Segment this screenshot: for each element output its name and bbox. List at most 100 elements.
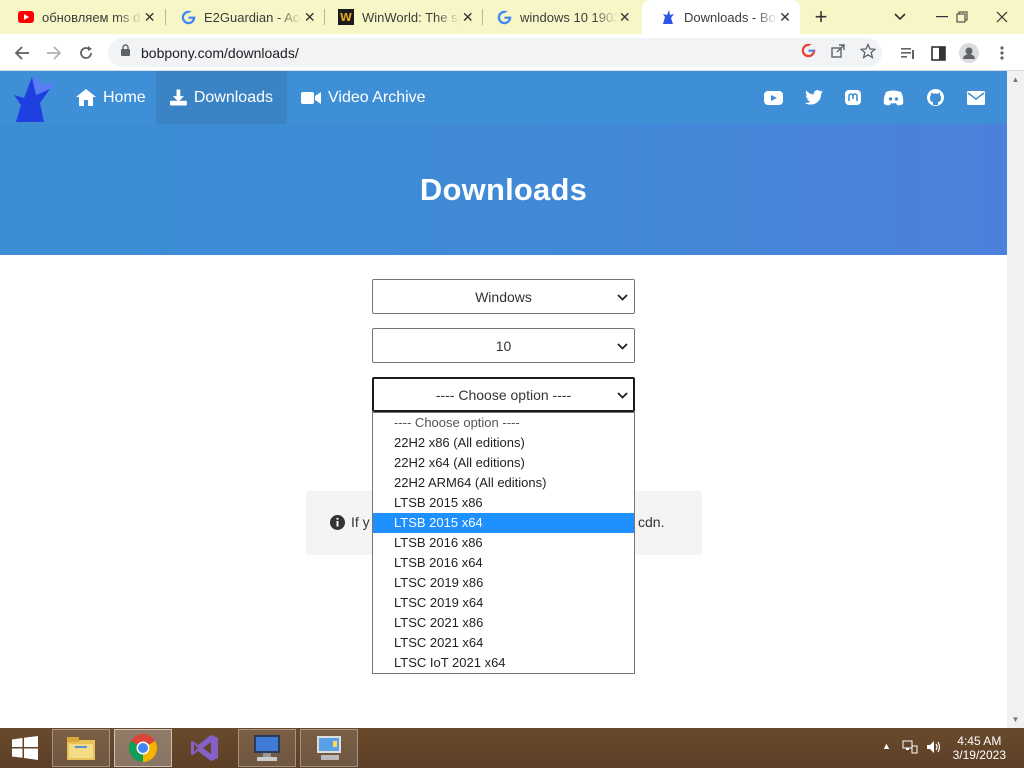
close-tab-icon[interactable]: ✕ [618, 9, 632, 26]
file-explorer-icon[interactable] [52, 729, 110, 767]
taskbar-clock[interactable]: 4:45 AM 3/19/2023 [953, 734, 1006, 762]
tab-strip: обновляем ms d ✕ E2Guardian - Acc ✕ W Wi… [0, 0, 1024, 34]
restore-button[interactable] [942, 0, 982, 34]
info-text-right: cdn. [638, 514, 665, 530]
option-select-value: ---- Choose option ---- [435, 386, 572, 403]
share-icon[interactable] [830, 43, 846, 63]
browser-tab[interactable]: обновляем ms d ✕ [0, 0, 165, 34]
scroll-down-arrow-icon[interactable]: ▼ [1007, 711, 1024, 728]
show-hidden-icons-icon[interactable]: ▲ [882, 741, 891, 751]
site-navbar: Home Downloads Video Archive [0, 71, 1007, 124]
os-select[interactable]: Windows [372, 279, 635, 314]
profile-avatar[interactable] [955, 39, 983, 67]
visual-studio-icon[interactable] [176, 729, 234, 767]
side-panel-icon[interactable] [924, 39, 952, 67]
version-select-value: 10 [495, 337, 512, 354]
page-title: Downloads [419, 171, 588, 207]
dropdown-option[interactable]: LTSC 2021 x64 [373, 633, 634, 653]
dropdown-option[interactable]: LTSC 2019 x86 [373, 573, 634, 593]
option-select[interactable]: ---- Choose option ---- [372, 377, 635, 412]
site-logo[interactable] [10, 73, 62, 123]
browser-tab-active[interactable]: Downloads - Bob ✕ [642, 0, 800, 34]
youtube-icon[interactable] [758, 71, 788, 124]
start-button[interactable] [0, 729, 50, 767]
dropdown-option[interactable]: LTSC 2019 x64 [373, 593, 634, 613]
nav-video-archive-label: Video Archive [328, 88, 426, 106]
dropdown-option[interactable]: ---- Choose option ---- [373, 413, 634, 433]
tab-title: windows 10 1903 [520, 9, 618, 25]
tab-title: Downloads - Bob [684, 9, 779, 25]
dropdown-option[interactable]: 22H2 x86 (All editions) [373, 433, 634, 453]
tab-search-chevron-icon[interactable] [880, 0, 920, 34]
clock-date: 3/19/2023 [952, 748, 1006, 762]
option-dropdown-list[interactable]: ---- Choose option ---- 22H2 x86 (All edi… [372, 412, 635, 674]
browser-toolbar: bobpony.com/downloads/ [0, 34, 1024, 71]
nav-downloads-label: Downloads [193, 88, 273, 106]
address-bar[interactable]: bobpony.com/downloads/ [108, 38, 882, 67]
url-text[interactable]: bobpony.com/downloads/ [141, 45, 299, 61]
close-tab-icon[interactable]: ✕ [302, 9, 317, 26]
google-icon [180, 9, 196, 25]
close-tab-icon[interactable]: ✕ [142, 9, 157, 26]
close-tab-icon[interactable]: ✕ [460, 9, 475, 26]
reading-list-icon[interactable] [894, 39, 922, 67]
close-window-button[interactable] [982, 0, 1022, 34]
close-tab-icon[interactable]: ✕ [778, 9, 792, 26]
bobpony-icon [660, 9, 676, 25]
control-panel-icon[interactable] [300, 729, 358, 767]
browser-tab[interactable]: E2Guardian - Acc ✕ [162, 0, 325, 34]
version-select[interactable]: 10 [372, 328, 635, 363]
page-scrollbar[interactable]: ▲ ▼ [1007, 71, 1024, 728]
info-circle-icon [330, 514, 345, 530]
winworld-icon: W [338, 9, 354, 25]
mail-icon[interactable] [961, 71, 991, 124]
svg-text:W: W [340, 11, 352, 24]
mastodon-icon[interactable] [838, 71, 868, 124]
chevron-down-icon [617, 289, 628, 308]
reload-button[interactable] [72, 39, 100, 67]
forward-button[interactable] [40, 39, 68, 67]
chrome-icon[interactable] [114, 729, 172, 767]
browser-tab[interactable]: W WinWorld: The sp ✕ [320, 0, 483, 34]
download-icon [170, 89, 187, 106]
page-hero: Downloads [0, 124, 1007, 255]
clock-time: 4:45 AM [957, 734, 1002, 748]
nav-home[interactable]: Home [62, 71, 160, 124]
lock-icon[interactable] [120, 43, 131, 62]
back-button[interactable] [8, 39, 36, 67]
dropdown-option[interactable]: LTSB 2016 x64 [373, 553, 634, 573]
volume-icon[interactable] [926, 740, 942, 757]
system-tray: ▲ 4:45 AM 3/19/2023 [864, 728, 1024, 768]
youtube-icon [18, 9, 34, 25]
menu-kebab-icon[interactable] [988, 39, 1016, 67]
dropdown-option[interactable]: LTSC 2021 x86 [373, 613, 634, 633]
dropdown-option[interactable]: 22H2 x64 (All editions) [373, 453, 634, 473]
windows-taskbar: ▲ 4:45 AM 3/19/2023 [0, 728, 1024, 768]
chevron-down-icon [617, 338, 628, 357]
google-translate-icon[interactable] [801, 43, 816, 62]
video-camera-icon [301, 91, 321, 104]
dropdown-option[interactable]: LTSB 2015 x86 [373, 493, 634, 513]
discord-icon[interactable] [878, 71, 908, 124]
twitter-icon[interactable] [799, 71, 829, 124]
browser-tab[interactable]: windows 10 1903 ✕ [478, 0, 640, 34]
info-text-left: If y [330, 514, 370, 530]
tab-title: обновляем ms d [42, 9, 141, 25]
nav-downloads[interactable]: Downloads [156, 71, 287, 124]
computer-icon[interactable] [238, 729, 296, 767]
tab-title: E2Guardian - Acc [204, 9, 303, 25]
network-icon[interactable] [902, 740, 918, 757]
os-select-value: Windows [475, 288, 532, 305]
nav-video-archive[interactable]: Video Archive [287, 71, 440, 124]
new-tab-button[interactable]: + [808, 4, 834, 30]
dropdown-option[interactable]: LTSB 2016 x86 [373, 533, 634, 553]
scroll-up-arrow-icon[interactable]: ▲ [1007, 71, 1024, 88]
dropdown-option[interactable]: LTSC IoT 2021 x64 [373, 653, 634, 673]
tab-title: WinWorld: The sp [362, 9, 461, 25]
bookmark-star-icon[interactable] [859, 42, 877, 63]
github-icon[interactable] [920, 71, 950, 124]
dropdown-option[interactable]: 22H2 ARM64 (All editions) [373, 473, 634, 493]
dropdown-option-highlighted[interactable]: LTSB 2015 x64 [373, 513, 634, 533]
home-icon [76, 89, 96, 106]
chevron-down-icon [617, 387, 628, 406]
